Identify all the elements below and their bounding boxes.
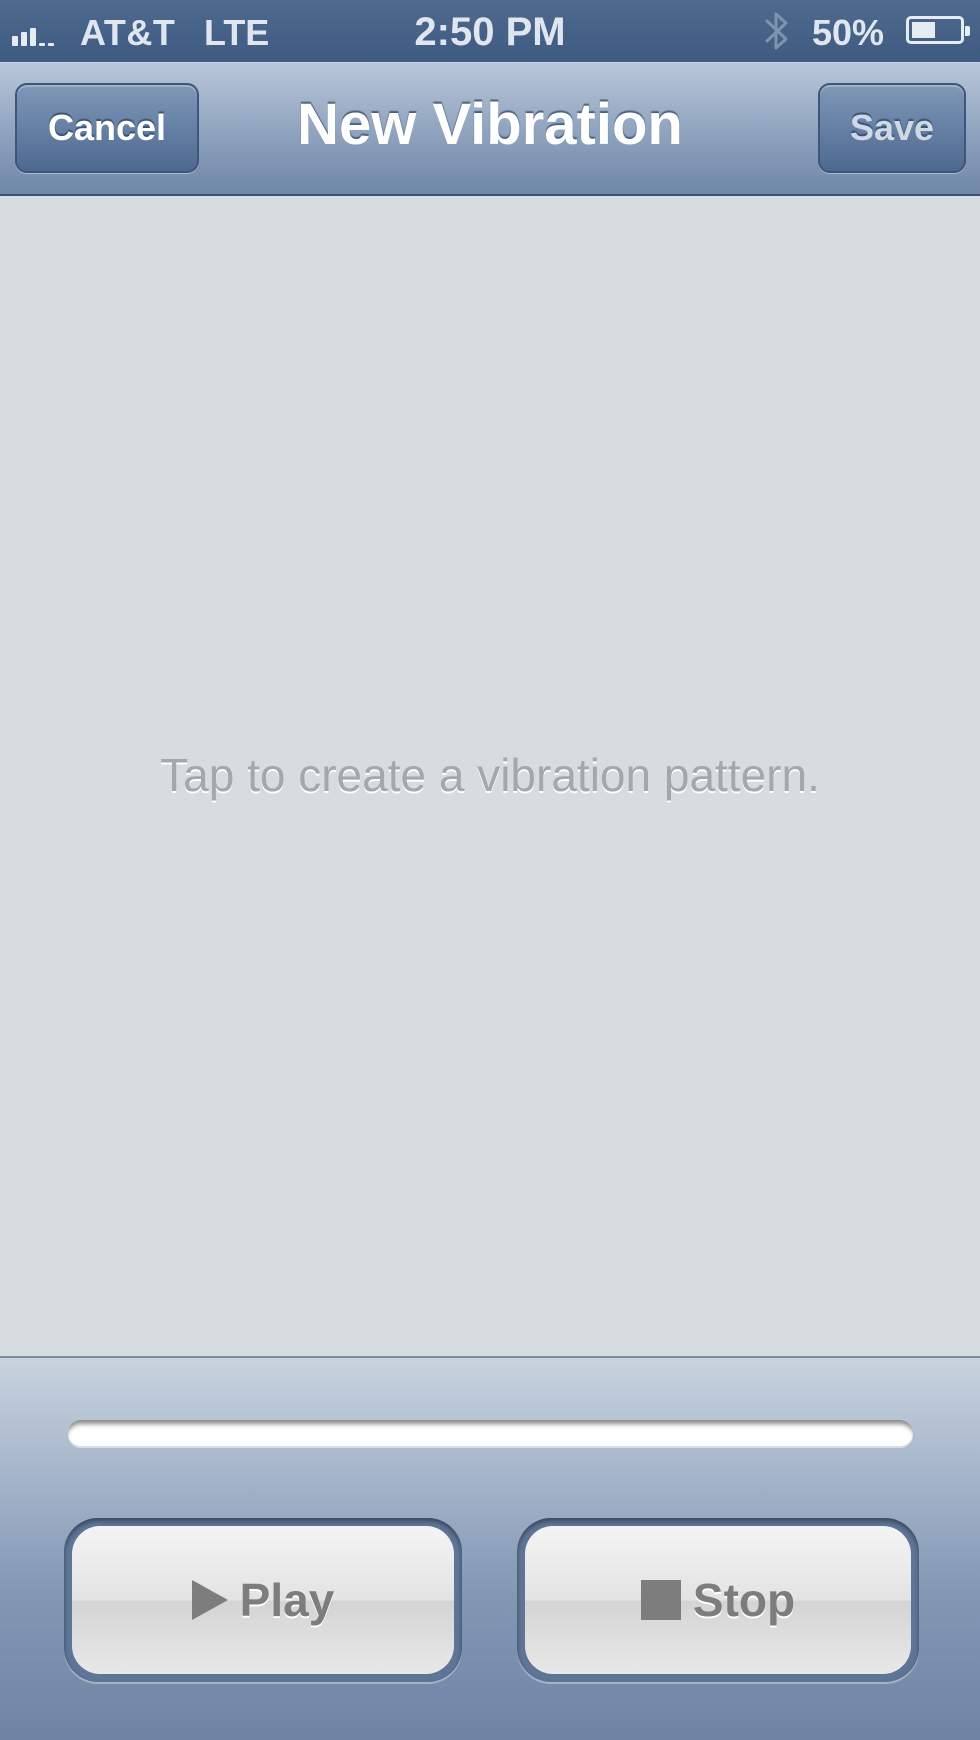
battery-percentage: 50% [812,12,885,53]
status-bar: AT&T LTE 2:50 PM 50% [0,0,980,62]
vibration-tap-area[interactable]: Tap to create a vibration pattern. [0,196,980,1356]
save-button[interactable]: Save [818,83,966,173]
play-button[interactable]: Play [64,1518,462,1682]
play-label: Play [239,1574,335,1626]
progress-bar [68,1420,913,1446]
battery-icon [906,16,970,44]
stop-button[interactable]: Stop [517,1518,919,1682]
stop-label: Stop [692,1574,796,1626]
playback-controls: Play Stop [0,1356,980,1740]
stop-button-face[interactable]: Stop [525,1526,911,1674]
battery-level-fill [912,22,935,38]
navigation-bar: Cancel New Vibration Save [0,62,980,196]
tap-instruction-text: Tap to create a vibration pattern. [160,749,820,801]
stop-icon [640,1580,681,1620]
bluetooth-icon [765,12,788,50]
play-icon [191,1580,228,1620]
play-button-face[interactable]: Play [72,1526,454,1674]
